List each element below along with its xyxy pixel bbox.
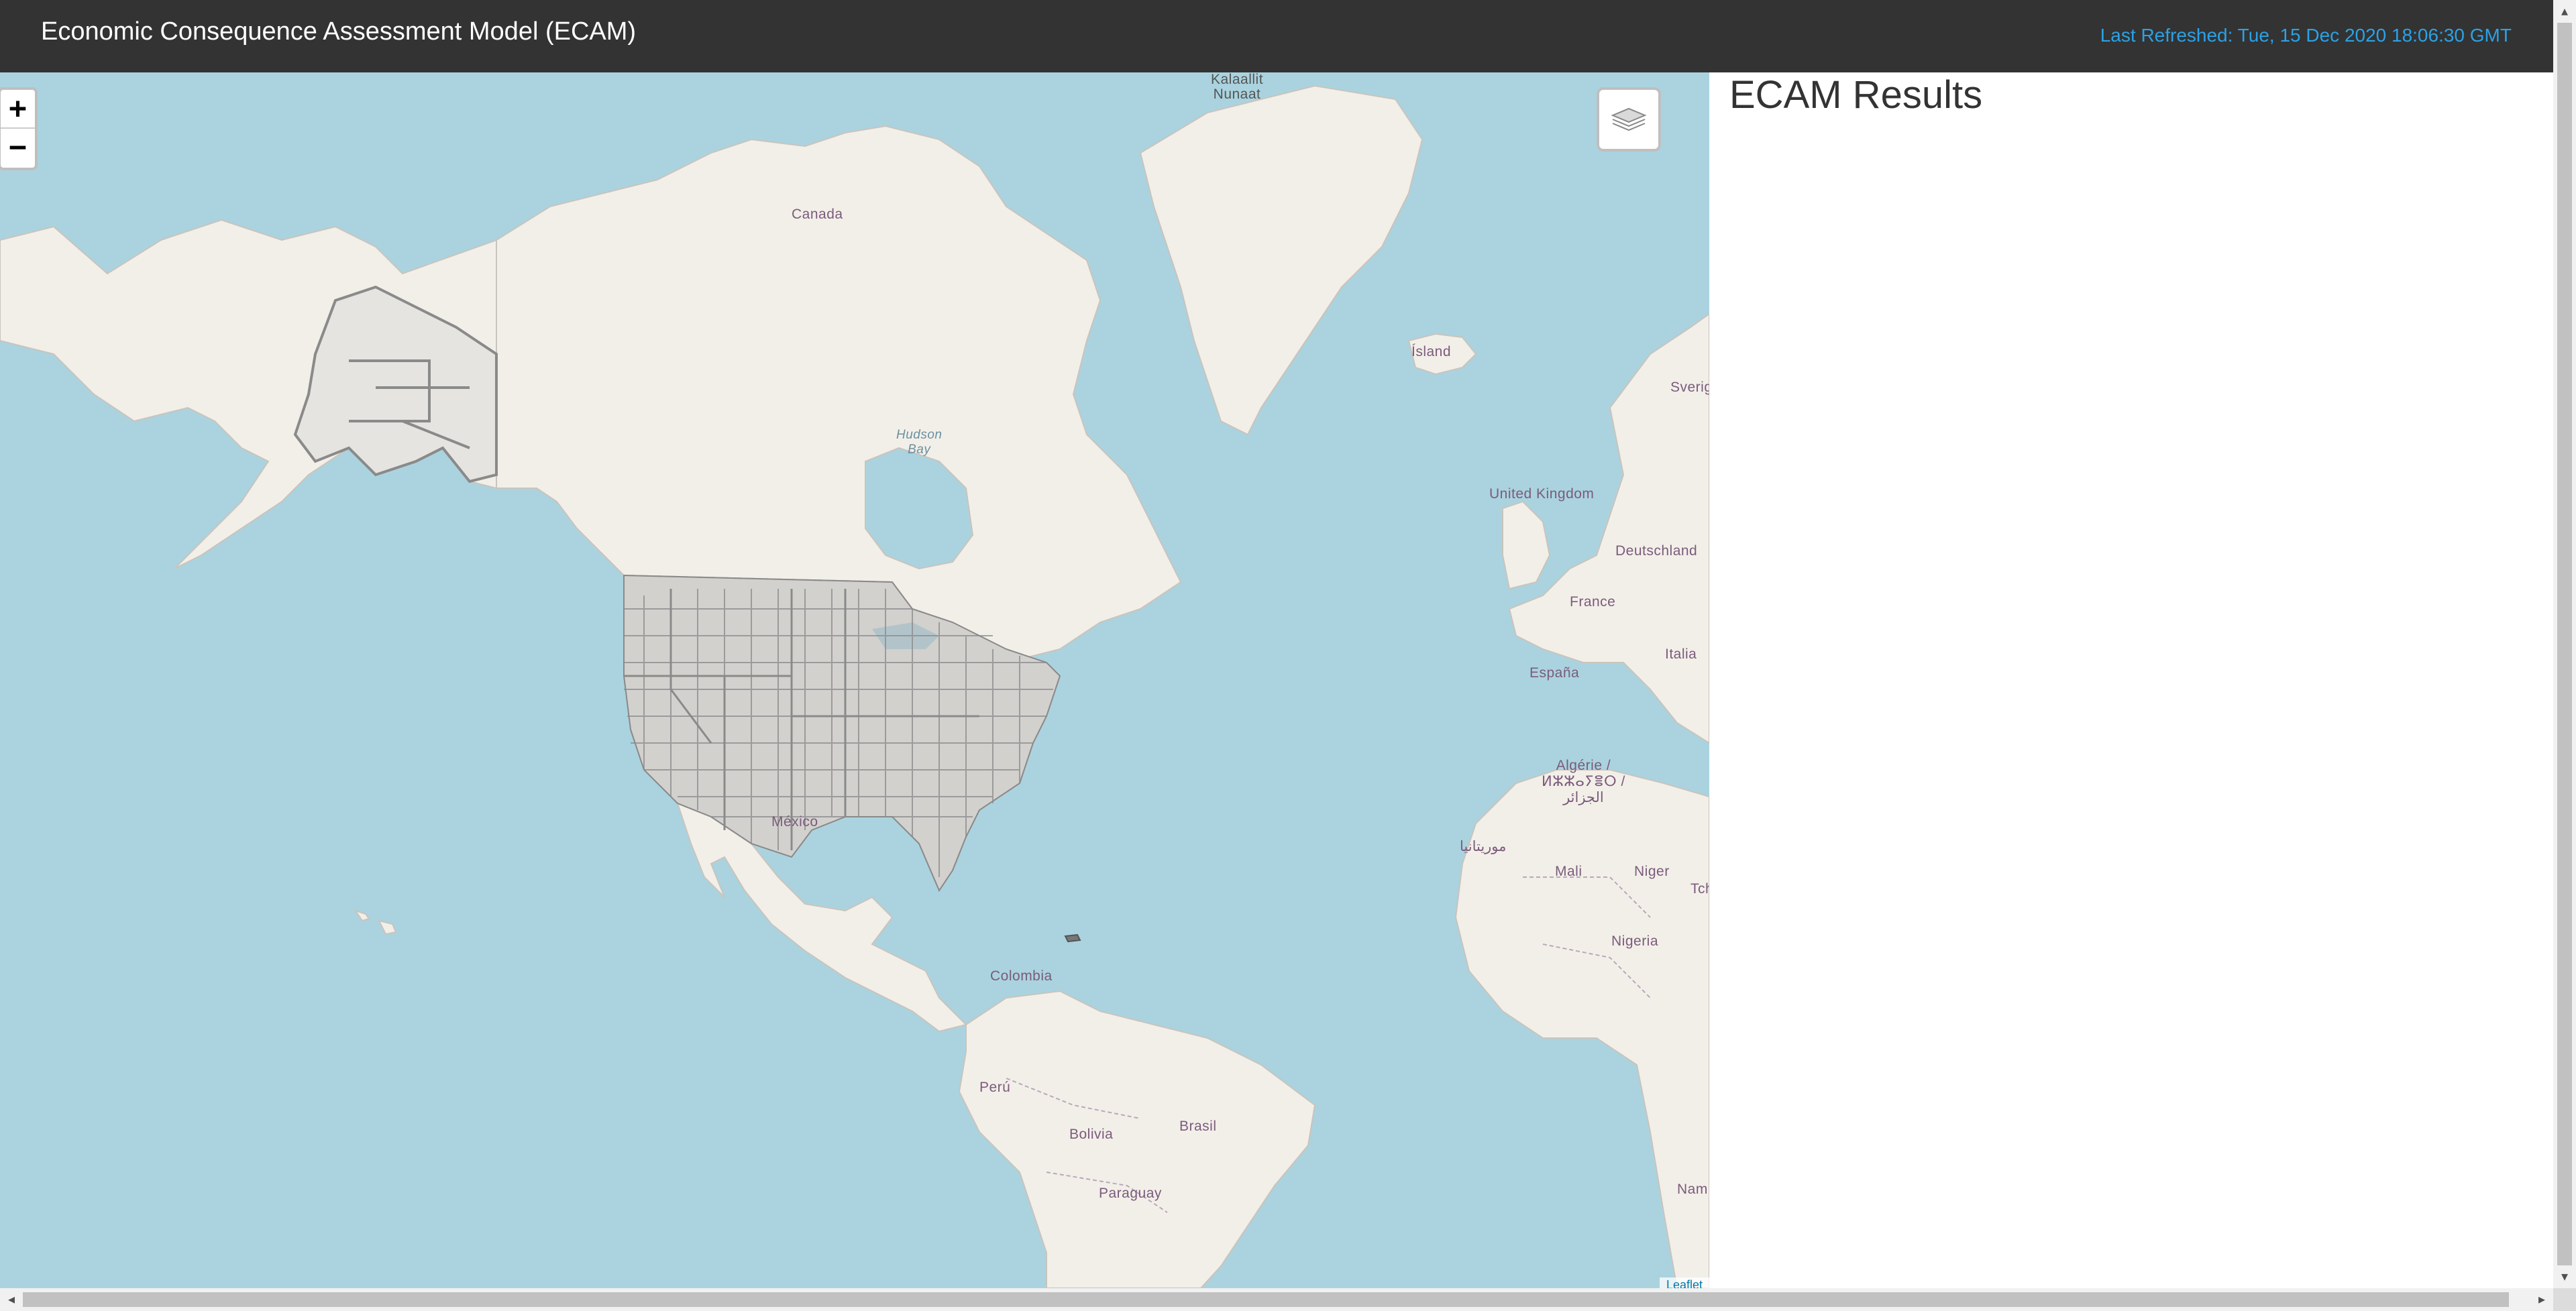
- map-label-kalaallit: Kalaallit Nunaat: [1211, 72, 1264, 102]
- map-label-island: Ísland: [1411, 344, 1452, 359]
- zoom-control: + −: [0, 87, 38, 170]
- map-label-bolivia: Bolivia: [1069, 1127, 1114, 1142]
- map-label-paraguay: Paraguay: [1099, 1186, 1162, 1201]
- basemap-tiles: [0, 72, 1709, 1288]
- vertical-scrollbar[interactable]: ▴ ▾: [2553, 0, 2576, 1288]
- app-title[interactable]: Economic Consequence Assessment Model (E…: [41, 17, 636, 46]
- map-label-niger: Niger: [1634, 864, 1670, 879]
- scroll-up-arrow-icon[interactable]: ▴: [2553, 0, 2576, 23]
- top-navbar: Economic Consequence Assessment Model (E…: [0, 0, 2553, 72]
- map-view[interactable]: Kalaallit Nunaat Canada Hudson Bay Ísland …: [0, 72, 1709, 1288]
- map-label-mauritania: موريتانيا: [1460, 839, 1507, 854]
- map-label-brasil: Brasil: [1179, 1119, 1217, 1134]
- results-title: ECAM Results: [1729, 73, 1983, 117]
- map-label-mexico: México: [771, 814, 818, 830]
- map-label-peru: Perú: [979, 1080, 1011, 1095]
- map-label-mali: Mali: [1555, 864, 1582, 879]
- last-refreshed-text: Last Refreshed: Tue, 15 Dec 2020 18:06:3…: [2100, 25, 2512, 46]
- scroll-right-arrow-icon[interactable]: ▸: [2530, 1288, 2553, 1311]
- scrollbar-corner: [2553, 1288, 2576, 1311]
- zoom-in-button[interactable]: +: [1, 90, 35, 129]
- map-label-hudson-bay: Hudson Bay: [896, 428, 943, 457]
- map-label-united-kingdom: United Kingdom: [1489, 486, 1595, 502]
- map-label-nigeria: Nigeria: [1611, 933, 1659, 949]
- map-label-algerie: Algérie / ⵍⵣⵣⴰⵢⴻⵔ / الجزائر: [1542, 758, 1625, 805]
- map-label-france: France: [1570, 594, 1616, 610]
- map-label-canada: Canada: [792, 207, 843, 222]
- scroll-down-arrow-icon[interactable]: ▾: [2553, 1265, 2576, 1288]
- horizontal-scrollbar-thumb[interactable]: [23, 1292, 2509, 1307]
- map-label-namibia: Nam: [1677, 1182, 1708, 1197]
- map-label-sverige: Sverig: [1670, 380, 1709, 395]
- map-label-deutschland: Deutschland: [1615, 543, 1698, 559]
- layers-icon: [1611, 107, 1647, 131]
- scroll-left-arrow-icon[interactable]: ◂: [0, 1288, 23, 1311]
- map-label-espana: España: [1529, 665, 1580, 681]
- results-panel: ECAM Results: [1709, 72, 2553, 1288]
- map-attribution-link[interactable]: Leaflet: [1659, 1277, 1709, 1288]
- map-label-italia: Italia: [1665, 646, 1697, 662]
- horizontal-scrollbar[interactable]: ◂ ▸: [0, 1288, 2553, 1311]
- vertical-scrollbar-thumb[interactable]: [2557, 23, 2572, 1265]
- layers-control-button[interactable]: [1597, 87, 1661, 152]
- map-label-tchad: Tcha: [1690, 881, 1709, 897]
- map-label-colombia: Colombia: [990, 968, 1053, 984]
- zoom-out-button[interactable]: −: [1, 129, 35, 168]
